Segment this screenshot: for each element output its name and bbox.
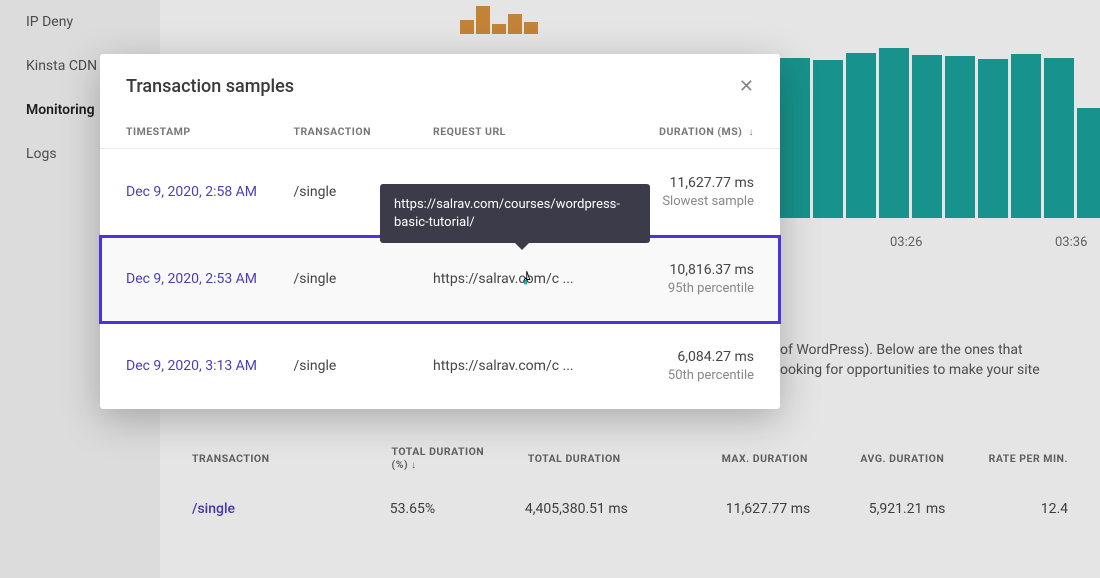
sample-row-highlighted[interactable]: https://salrav.com/courses/wordpress-bas… (100, 236, 780, 323)
mth-label: DURATION (MS) (659, 125, 742, 138)
mth-timestamp[interactable]: TIMESTAMP (126, 125, 293, 138)
mtd-transaction: /single (293, 271, 433, 287)
mtd-timestamp[interactable]: Dec 9, 2020, 2:58 AM (126, 184, 293, 200)
close-icon: ✕ (739, 76, 754, 96)
duration-value: 6,084.27 ms (600, 349, 754, 365)
url-tooltip: https://salrav.com/courses/wordpress-bas… (380, 184, 650, 243)
modal-header-row: TIMESTAMP TRANSACTION REQUEST URL DURATI… (100, 117, 780, 149)
modal-header: Transaction samples ✕ (100, 54, 780, 117)
mtd-request-url: https://salrav.com/c ... (433, 358, 600, 374)
mtd-timestamp[interactable]: Dec 9, 2020, 3:13 AM (126, 358, 293, 374)
modal-title: Transaction samples (126, 76, 294, 97)
mtd-timestamp[interactable]: Dec 9, 2020, 2:53 AM (126, 271, 293, 287)
mth-transaction[interactable]: TRANSACTION (293, 125, 433, 138)
sort-down-icon: ↓ (749, 127, 755, 138)
mtd-duration: 10,816.37 ms 95th percentile (600, 262, 754, 296)
mtd-transaction: /single (293, 358, 433, 374)
duration-value: 10,816.37 ms (600, 262, 754, 278)
duration-subtext: 95th percentile (600, 281, 754, 296)
mth-duration[interactable]: DURATION (MS) ↓ (600, 125, 754, 138)
close-button[interactable]: ✕ (739, 76, 754, 97)
mtd-request-url: https://salrav.com/c ... (433, 271, 600, 287)
mth-request-url[interactable]: REQUEST URL (433, 125, 600, 138)
mtd-duration: 6,084.27 ms 50th percentile (600, 349, 754, 383)
duration-subtext: 50th percentile (600, 368, 754, 383)
sample-row[interactable]: Dec 9, 2020, 3:13 AM /single https://sal… (100, 323, 780, 409)
transaction-samples-modal: Transaction samples ✕ TIMESTAMP TRANSACT… (100, 54, 780, 409)
